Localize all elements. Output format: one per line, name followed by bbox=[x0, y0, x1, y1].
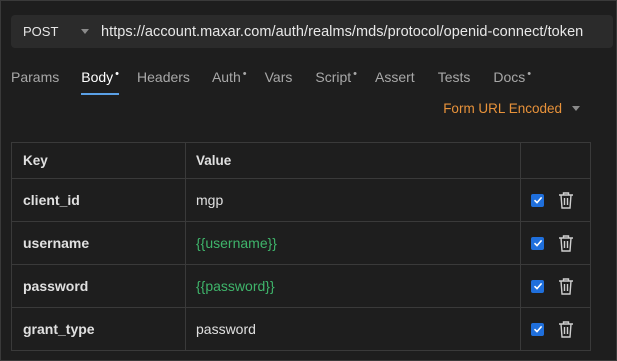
enabled-checkbox[interactable] bbox=[531, 193, 544, 207]
tab-label: Vars bbox=[264, 69, 293, 85]
tab-label: Body bbox=[81, 69, 114, 85]
check-icon bbox=[533, 196, 542, 204]
url-bar: POST https://account.maxar.com/auth/real… bbox=[11, 15, 613, 48]
param-key[interactable]: client_id bbox=[12, 179, 186, 221]
modified-dot: • bbox=[527, 68, 532, 80]
delete-row-button[interactable] bbox=[558, 320, 574, 338]
trash-icon bbox=[559, 321, 573, 338]
request-pane: POST https://account.maxar.com/auth/real… bbox=[0, 0, 617, 361]
request-tabs: Params Body • Headers Auth • Vars Script • … bbox=[11, 68, 532, 95]
enabled-checkbox[interactable] bbox=[531, 236, 544, 250]
form-params-table: Key Value client_id mgp username {{usern… bbox=[11, 142, 591, 351]
tab-auth[interactable]: Auth • bbox=[211, 68, 247, 95]
tab-headers[interactable]: Headers bbox=[137, 69, 192, 95]
check-icon bbox=[533, 325, 542, 333]
check-icon bbox=[533, 239, 542, 247]
tab-label: Tests bbox=[437, 69, 471, 85]
column-header-actions bbox=[521, 143, 590, 178]
modified-dot: • bbox=[115, 68, 120, 80]
table-row: password {{password}} bbox=[12, 264, 590, 307]
tab-label: Assert bbox=[375, 69, 415, 85]
tab-vars[interactable]: Vars bbox=[265, 69, 295, 95]
tab-label: Script bbox=[315, 69, 352, 85]
body-mode-select[interactable]: Form URL Encoded bbox=[443, 101, 580, 116]
row-actions bbox=[521, 179, 590, 221]
tab-assert[interactable]: Assert bbox=[375, 69, 417, 95]
modified-dot: • bbox=[353, 68, 358, 80]
enabled-checkbox[interactable] bbox=[531, 322, 544, 336]
tab-script[interactable]: Script • bbox=[315, 68, 358, 95]
param-key[interactable]: username bbox=[12, 222, 186, 264]
trash-icon bbox=[559, 192, 573, 209]
table-header: Key Value bbox=[12, 143, 590, 178]
row-actions bbox=[521, 222, 590, 264]
method-select[interactable]: POST bbox=[23, 24, 63, 39]
tab-docs[interactable]: Docs • bbox=[493, 68, 532, 95]
column-header-key: Key bbox=[12, 143, 186, 178]
trash-icon bbox=[559, 235, 573, 252]
row-actions bbox=[521, 308, 590, 350]
tab-tests[interactable]: Tests bbox=[438, 69, 473, 95]
table-row: client_id mgp bbox=[12, 178, 590, 221]
param-value[interactable]: {{password}} bbox=[186, 265, 521, 307]
column-header-value: Value bbox=[186, 143, 521, 178]
param-key[interactable]: grant_type bbox=[12, 308, 186, 350]
param-value[interactable]: {{username}} bbox=[186, 222, 521, 264]
modified-dot: • bbox=[242, 68, 247, 80]
delete-row-button[interactable] bbox=[558, 234, 574, 252]
table-row: username {{username}} bbox=[12, 221, 590, 264]
tab-label: Params bbox=[11, 69, 60, 85]
row-actions bbox=[521, 265, 590, 307]
tab-label: Auth bbox=[211, 69, 241, 85]
body-mode-label: Form URL Encoded bbox=[443, 101, 562, 116]
param-key[interactable]: password bbox=[12, 265, 186, 307]
chevron-down-icon bbox=[572, 106, 580, 111]
table-row: grant_type password bbox=[12, 307, 590, 350]
param-value[interactable]: password bbox=[186, 308, 521, 350]
delete-row-button[interactable] bbox=[558, 277, 574, 295]
tab-label: Headers bbox=[137, 69, 190, 85]
check-icon bbox=[533, 282, 542, 290]
chevron-down-icon[interactable] bbox=[81, 29, 89, 34]
trash-icon bbox=[559, 278, 573, 295]
tab-label: Docs bbox=[493, 69, 526, 85]
enabled-checkbox[interactable] bbox=[531, 279, 544, 293]
tab-body[interactable]: Body • bbox=[81, 68, 120, 95]
tab-params[interactable]: Params bbox=[11, 69, 61, 95]
url-input[interactable]: https://account.maxar.com/auth/realms/md… bbox=[101, 24, 583, 40]
param-value[interactable]: mgp bbox=[186, 179, 521, 221]
delete-row-button[interactable] bbox=[558, 191, 574, 209]
